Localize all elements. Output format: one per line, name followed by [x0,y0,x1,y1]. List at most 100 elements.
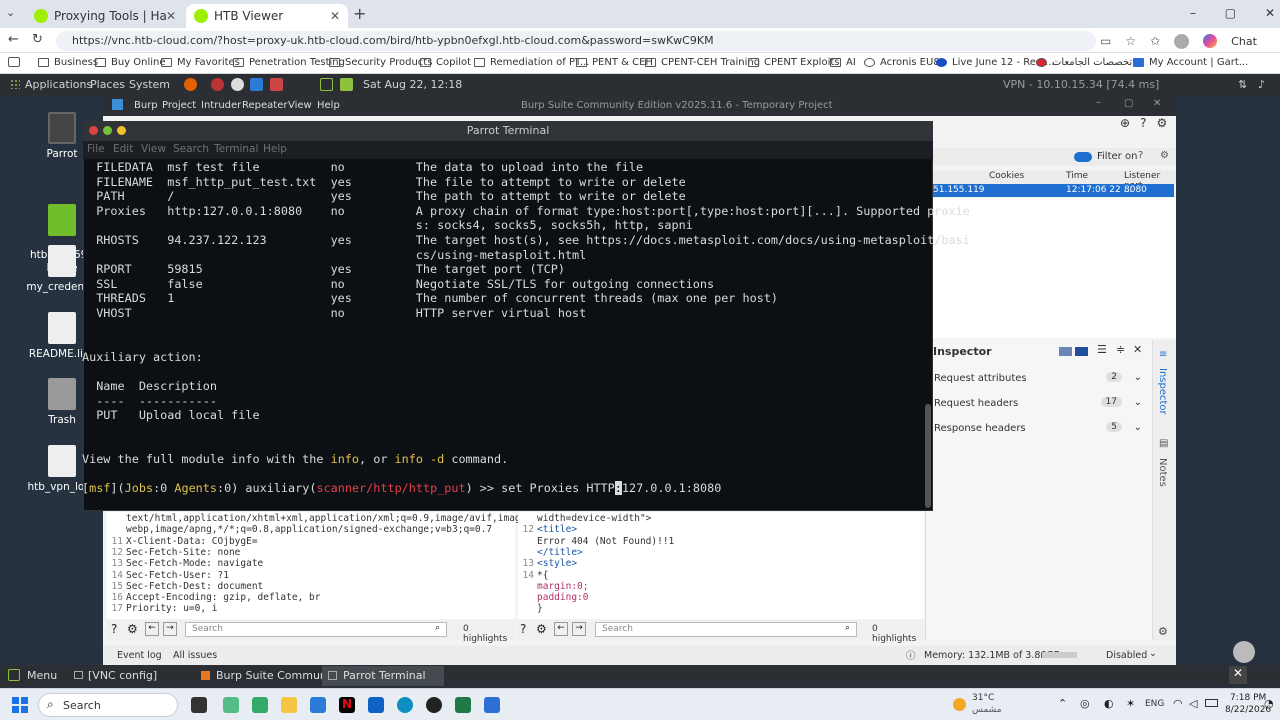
edge-icon[interactable] [397,697,413,713]
apps-grid-icon[interactable] [10,79,20,89]
bookmark-item[interactable]: PENT & CEH [576,57,653,68]
task-view-icon[interactable] [191,697,207,713]
excel-icon[interactable] [455,697,471,713]
inspector-request-headers[interactable]: Request headers 17 ⌄ [934,397,1144,409]
term-menu-terminal[interactable]: Terminal [214,143,258,155]
burp-menu-help[interactable]: Help [317,100,340,111]
tab-event-log[interactable]: Event log [117,650,162,661]
app-icon[interactable] [310,697,326,713]
bookmark-item[interactable]: Business [38,57,98,68]
avatar[interactable] [1174,33,1190,49]
terminal-scrollbar[interactable] [925,404,931,508]
prev-match-icon[interactable]: ← [554,622,568,636]
vscode-icon[interactable] [250,78,263,91]
outlook-icon[interactable] [368,697,384,713]
bookmark-item[interactable]: Acronis EU8 [864,57,940,68]
close-tab-icon[interactable]: ✕ [330,9,340,23]
file-explorer-icon[interactable] [281,697,297,713]
bookmark-star-icon[interactable]: ☆ [1125,34,1136,48]
bookmark-item[interactable]: My Account | Gart... [1133,57,1248,68]
tray-chevron-icon[interactable]: ⌃ [1058,697,1067,710]
maximize-icon[interactable]: ▢ [1225,6,1236,20]
tab-htb-viewer[interactable]: HTB Viewer ✕ [186,4,348,28]
chevron-down-icon[interactable]: ⌄ [1134,372,1142,383]
tab-proxying-tools[interactable]: Proxying Tools | Hack The Box Aca ✕ [26,4,184,28]
term-menu-search[interactable]: Search [173,143,209,155]
burp-menu-intruder[interactable]: Intruder [201,100,241,111]
menu-system[interactable]: System [129,78,170,91]
scroll-top-icon[interactable] [1233,641,1255,663]
menu-places[interactable]: Places [90,78,125,91]
tab-all-issues[interactable]: All issues [173,650,217,661]
terminal-launcher-icon[interactable] [320,78,333,91]
chevron-down-icon[interactable]: ⌄ [1149,648,1157,659]
layout-toggle-icon[interactable] [1075,347,1088,356]
copilot-icon[interactable] [1203,34,1218,48]
bookmark-item[interactable]: Remediation of PT... [474,57,589,68]
chevron-down-icon[interactable]: ⌄ [1134,397,1142,408]
collapse-icon[interactable]: ≑ [1116,343,1125,356]
burp-menu-repeater[interactable]: Repeater [242,100,287,111]
side-tab-inspector[interactable]: Inspector [1157,368,1168,415]
maximize-dot[interactable] [117,126,126,135]
inspector-request-attributes[interactable]: Request attributes 2 ⌄ [934,372,1144,384]
tray-icon[interactable]: ◐ [1104,697,1114,710]
url-bar[interactable]: https://vnc.htb-cloud.com/?host=proxy-uk… [56,31,1096,51]
minimize-icon[interactable]: – [1190,6,1196,20]
burp-menu-burp[interactable]: Burp [134,100,158,111]
term-menu-help[interactable]: Help [263,143,287,155]
bookmark-item[interactable]: Copilot [420,57,471,68]
help-icon[interactable]: ? [520,622,526,636]
request-editor[interactable]: text/html,application/xhtml+xml,applicat… [107,512,532,619]
firefox-icon[interactable] [184,78,197,91]
search-input[interactable]: Search [185,622,447,637]
start-icon[interactable] [12,697,28,713]
close-icon[interactable]: ✕ [1133,343,1142,356]
help-icon[interactable]: ? [111,622,117,636]
side-tab-notes[interactable]: Notes [1157,458,1168,487]
help-icon[interactable]: ? [1140,116,1146,132]
bookmark-item[interactable]: Security Products [329,57,432,68]
globe-icon[interactable]: ⊕ [1120,116,1130,132]
favorites-icon[interactable]: ✩ [1150,34,1160,48]
next-match-icon[interactable]: → [572,622,586,636]
reading-mode-icon[interactable]: ▭ [1100,34,1111,48]
menu-applications[interactable]: Applications [25,78,92,91]
minimize-icon[interactable]: – [1096,97,1101,108]
new-tab-button[interactable]: + [353,4,366,23]
app-icon[interactable] [426,697,442,713]
col-time[interactable]: Time [1066,171,1088,181]
taskbar-item-terminal[interactable]: Parrot Terminal [322,666,444,686]
minimize-dot[interactable] [103,126,112,135]
windows-search-box[interactable]: ⌕ Search [38,693,178,717]
bookmark-item[interactable]: AI [830,57,856,68]
wifi-icon[interactable]: ◠ [1173,697,1183,710]
tab-search-button[interactable]: ⌄ [6,6,22,22]
launcher-icon[interactable] [270,78,283,91]
launcher-icon[interactable] [231,78,244,91]
bookmark-item[interactable]: My Favorites [161,57,240,68]
help-icon[interactable]: ? [1138,150,1143,161]
chat-label[interactable]: Chat [1231,35,1257,48]
inspector-response-headers[interactable]: Response headers 5 ⌄ [934,422,1144,434]
taskbar-item-vnc-config[interactable]: [VNC config] [88,669,157,682]
settings-icon[interactable]: ⚙ [127,622,138,636]
settings-icon[interactable]: ⚙ [1158,625,1168,638]
parrot-menu-icon[interactable] [8,669,20,681]
tray-icon[interactable]: ◎ [1080,697,1090,710]
launcher-icon[interactable] [211,78,224,91]
settings-icon[interactable]: ⚙ [1160,150,1169,161]
battery-icon[interactable] [1205,699,1218,707]
maximize-icon[interactable]: ▢ [1124,98,1133,109]
chevron-down-icon[interactable]: ⌄ [1134,422,1142,433]
tray-icon[interactable]: ✶ [1126,697,1135,710]
app-icon[interactable] [252,697,268,713]
term-menu-file[interactable]: File [87,143,105,155]
bookmark-item[interactable]: CPENT Exploits [748,57,840,68]
launcher-icon[interactable] [340,78,353,91]
netflix-icon[interactable]: N [339,697,355,713]
bookmark-item[interactable]: CPENT-CEH Training [645,57,760,68]
app-icon[interactable] [223,697,239,713]
align-icon[interactable]: ☰ [1097,343,1107,356]
term-menu-view[interactable]: View [141,143,166,155]
